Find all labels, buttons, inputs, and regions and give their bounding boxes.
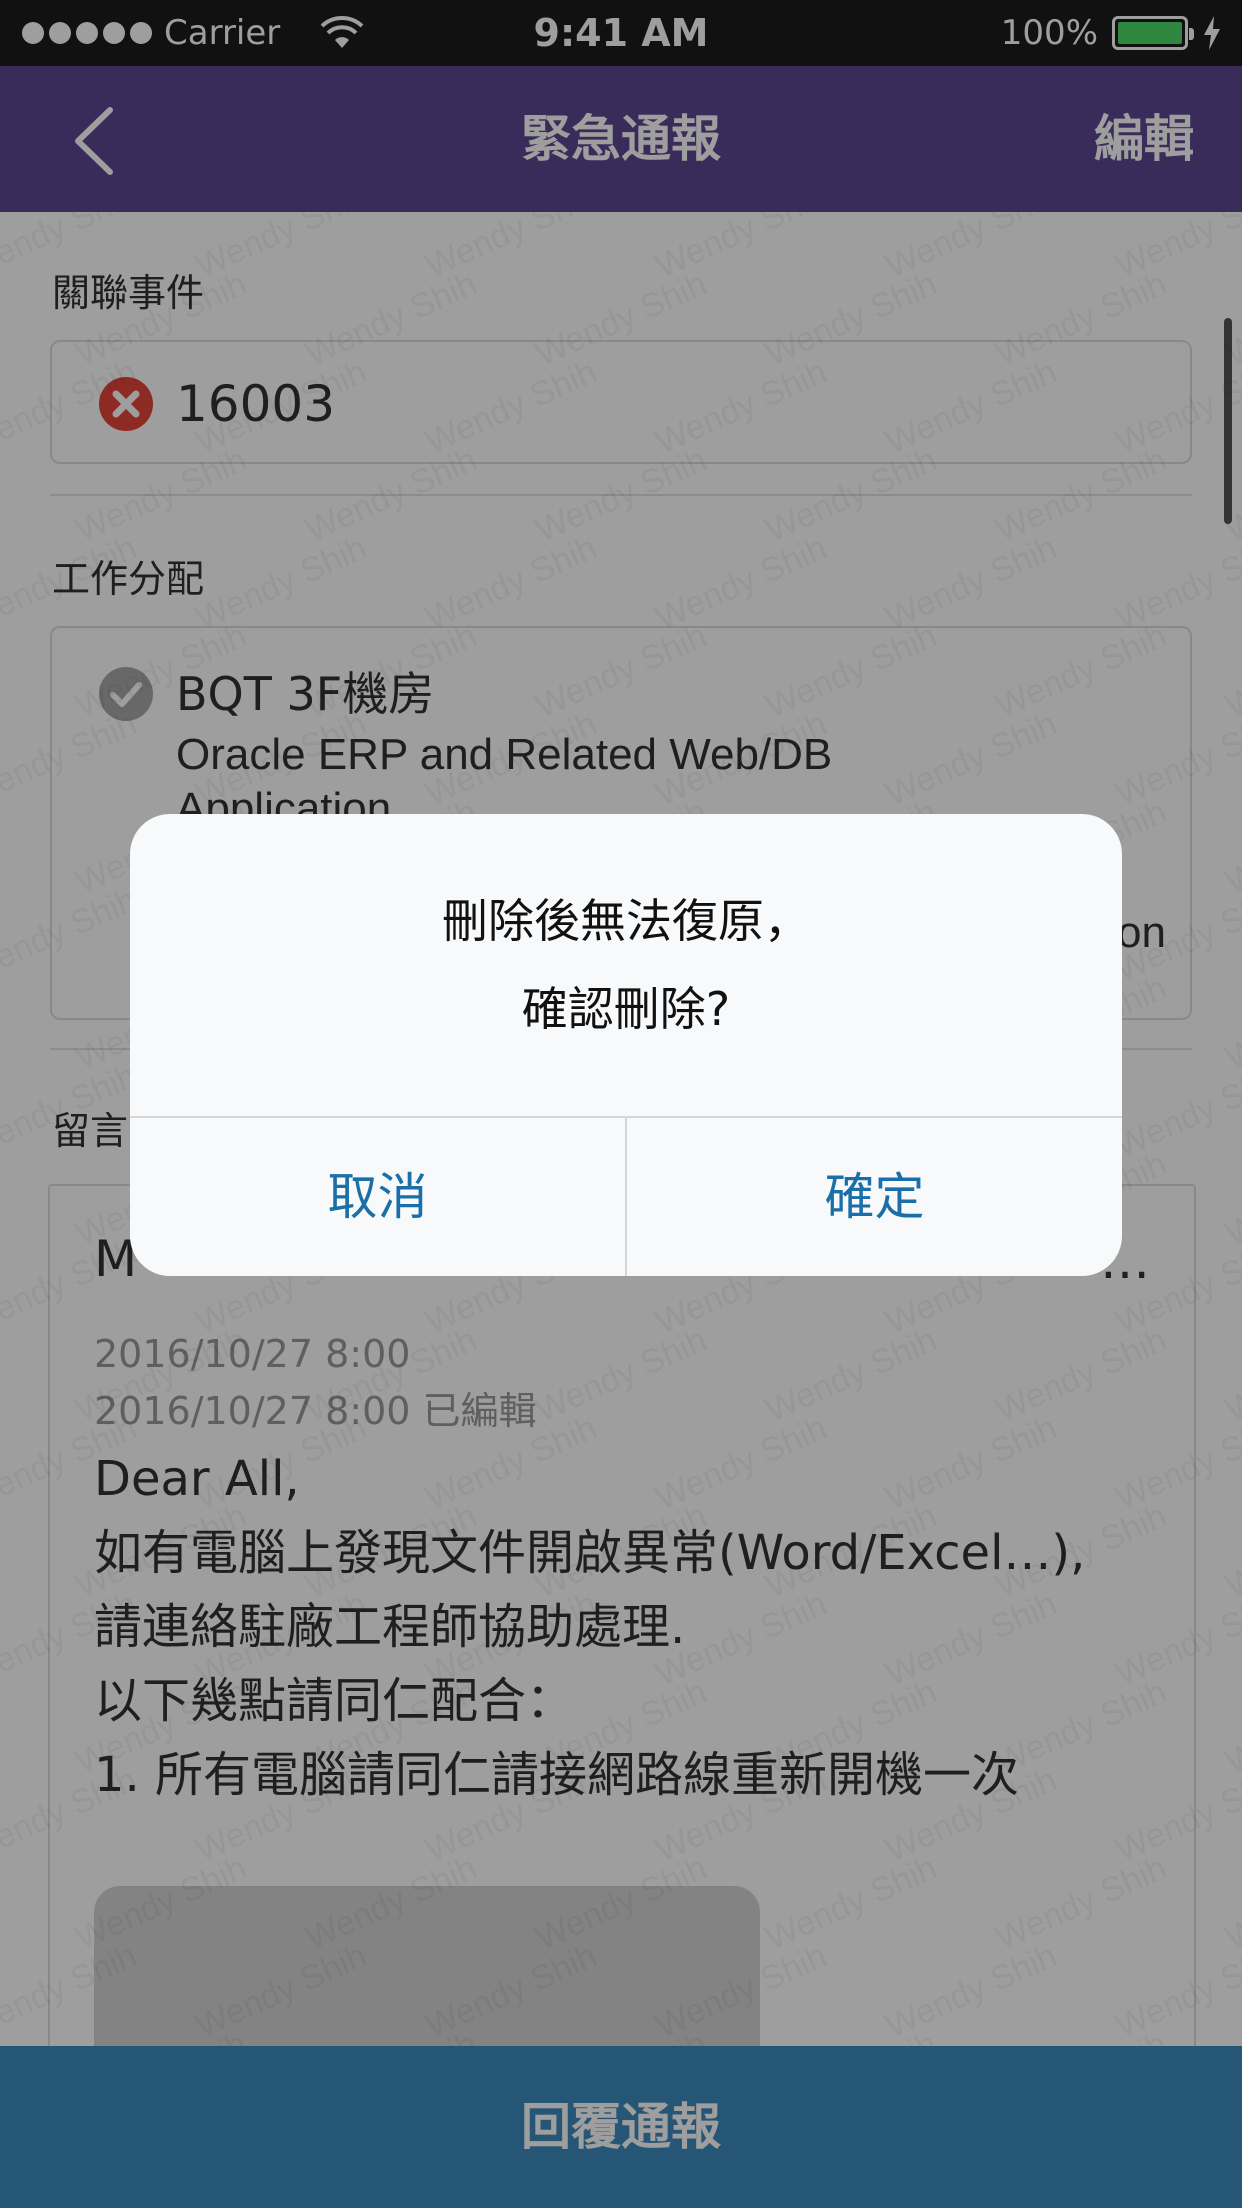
dialog-message-line1: 刪除後無法復原， bbox=[442, 894, 810, 948]
confirm-delete-dialog: 刪除後無法復原， 確認刪除? 取消 確定 bbox=[130, 814, 1122, 1276]
confirm-button[interactable]: 確定 bbox=[627, 1118, 1122, 1276]
dialog-message: 刪除後無法復原， 確認刪除? bbox=[130, 814, 1122, 1116]
dialog-message-line2: 確認刪除? bbox=[521, 982, 731, 1036]
cancel-button[interactable]: 取消 bbox=[130, 1118, 625, 1276]
